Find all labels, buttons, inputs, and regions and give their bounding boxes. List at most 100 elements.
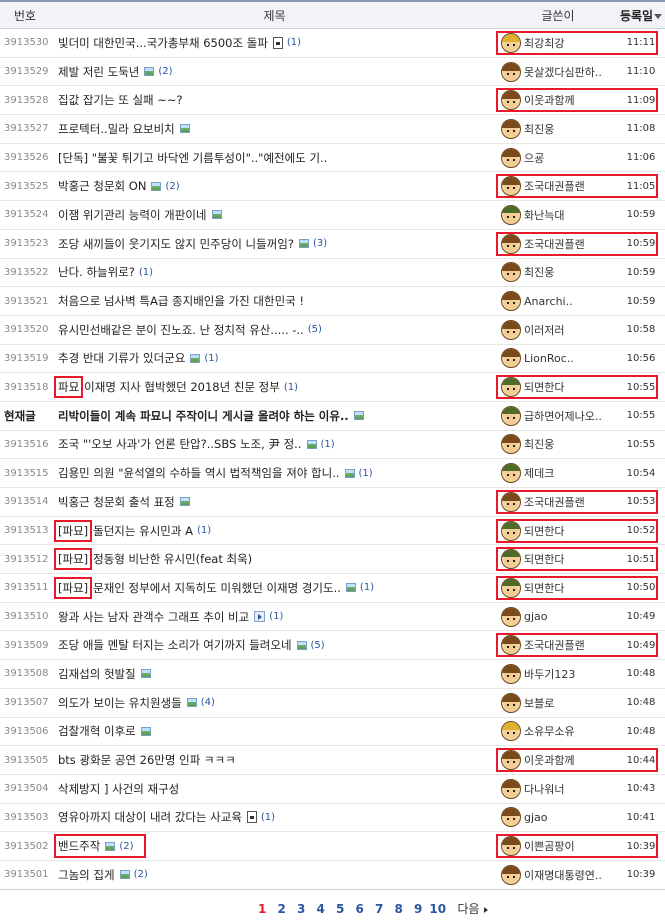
post-title-cell[interactable]: 프로텍터..밀라 요보비치 xyxy=(54,121,499,137)
post-title-cell[interactable]: [단독] "불꽃 튀기고 바닥엔 기름투성이".."예전에도 기.. xyxy=(54,150,499,166)
post-title-cell[interactable]: 빛더미 대한민국...국가총부채 6500조 돌파 (1) xyxy=(54,35,499,51)
comment-count[interactable]: (4) xyxy=(201,697,215,708)
post-author[interactable]: 최진웅 xyxy=(499,262,617,283)
post-title-cell[interactable]: 밴드주작 (2) xyxy=(54,834,499,859)
post-title-link[interactable]: 정동형 비난한 유시민(feat 최욱) xyxy=(93,551,252,567)
post-title-cell[interactable]: 왕과 사는 남자 관객수 그래프 추이 비교 (1) xyxy=(54,609,499,625)
post-title-link[interactable]: [단독] "불꽃 튀기고 바닥엔 기름투성이".."예전에도 기.. xyxy=(58,150,327,166)
post-title-cell[interactable]: [파묘] 문재인 정부에서 지독히도 미워했던 이재명 경기도.. (1) xyxy=(54,576,499,599)
post-title-link[interactable]: 이잼 위기관리 능력이 개판이네 xyxy=(58,207,207,223)
post-title-cell[interactable]: 삭제방지 ] 사건의 재구성 xyxy=(54,781,499,797)
comment-count[interactable]: (1) xyxy=(284,382,298,393)
author-name[interactable]: 으굥 xyxy=(524,150,544,166)
post-title-cell[interactable]: 의도가 보이는 유치원생들 (4) xyxy=(54,695,499,711)
post-title-cell[interactable]: 김재섭의 헛발질 xyxy=(54,666,499,682)
post-author[interactable]: 되면한다 xyxy=(499,377,617,398)
comment-count[interactable]: (1) xyxy=(321,439,335,450)
post-title-link[interactable]: 박홍근 청문회 ON xyxy=(58,178,146,194)
comment-count[interactable]: (1) xyxy=(139,267,153,278)
page-link-9[interactable]: 9 xyxy=(408,902,428,916)
page-link-6[interactable]: 6 xyxy=(350,902,370,916)
author-name[interactable]: 보블로 xyxy=(524,695,554,711)
author-name[interactable]: 이웃과함께 xyxy=(524,752,575,768)
page-link-4[interactable]: 4 xyxy=(311,902,331,916)
post-title-link[interactable]: 빅홍근 청문회 출석 표정 xyxy=(58,494,175,510)
post-title-cell[interactable]: 집값 잡기는 또 실패 ~~? xyxy=(54,92,499,108)
post-author[interactable]: 제데크 xyxy=(499,463,617,484)
comment-count[interactable]: (1) xyxy=(204,353,218,364)
post-title-link[interactable]: 김재섭의 헛발질 xyxy=(58,666,136,682)
post-title-link[interactable]: 이재명 지사 협박했던 2018년 친문 정부 xyxy=(84,379,280,395)
author-name[interactable]: 되면한다 xyxy=(524,379,564,395)
post-author[interactable]: 최진웅 xyxy=(499,118,617,139)
post-title-link[interactable]: 문재인 정부에서 지독히도 미워했던 이재명 경기도.. xyxy=(93,580,341,596)
post-author[interactable]: 최진웅 xyxy=(499,434,617,455)
post-title-link[interactable]: 의도가 보이는 유치원생들 xyxy=(58,695,182,711)
post-title-link[interactable]: 김용민 의원 "윤석열의 수하들 역시 법적책임을 져야 합니.. xyxy=(58,465,340,481)
author-name[interactable]: gjao xyxy=(524,811,548,824)
post-title-link[interactable]: 추경 반대 기류가 있더군요 xyxy=(58,350,185,366)
comment-count[interactable]: (1) xyxy=(269,611,283,622)
post-title-link[interactable]: 왕과 사는 남자 관객수 그래프 추이 비교 xyxy=(58,609,249,625)
comment-count[interactable]: (2) xyxy=(134,869,148,880)
author-name[interactable]: 다나워너 xyxy=(524,781,564,797)
author-name[interactable]: 최진웅 xyxy=(524,264,554,280)
post-author[interactable]: 조국대권플랜 xyxy=(499,176,617,197)
post-author[interactable]: 조국대권플랜 xyxy=(499,635,617,656)
post-title-link[interactable]: 조국 "'오보 사과'가 언론 탄압?..SBS 노조, 尹 정.. xyxy=(58,436,302,452)
author-name[interactable]: 되면한다 xyxy=(524,523,564,539)
page-link-8[interactable]: 8 xyxy=(389,902,409,916)
post-title-cell[interactable]: 조당 애들 멘탈 터지는 소리가 여기까지 들려오네 (5) xyxy=(54,637,499,653)
post-title-link[interactable]: 난다. 하늘위로? xyxy=(58,264,135,280)
comment-count[interactable]: (1) xyxy=(360,582,374,593)
post-author[interactable]: 이재명대통령연.. xyxy=(499,864,617,885)
post-author[interactable]: 으굥 xyxy=(499,147,617,168)
author-name[interactable]: Anarchi.. xyxy=(524,295,573,308)
post-title-link[interactable]: 처음으로 넘사벽 특A급 종지배인을 가진 대한민국 ! xyxy=(58,293,304,309)
comment-count[interactable]: (2) xyxy=(165,181,179,192)
post-title-link[interactable]: 돌던지는 유시민과 A xyxy=(93,523,193,539)
post-title-cell[interactable]: 이잼 위기관리 능력이 개판이네 xyxy=(54,207,499,223)
post-title-link[interactable]: bts 광화문 공연 26만명 인파 ㅋㅋㅋ xyxy=(58,752,236,768)
post-author[interactable]: 보블로 xyxy=(499,692,617,713)
post-title-link[interactable]: 삭제방지 ] 사건의 재구성 xyxy=(58,781,179,797)
comment-count[interactable]: (1) xyxy=(261,812,275,823)
page-link-3[interactable]: 3 xyxy=(291,902,311,916)
page-link-1[interactable]: 1 xyxy=(252,902,272,916)
author-name[interactable]: 조국대권플랜 xyxy=(524,178,585,194)
post-title-cell[interactable]: 김용민 의원 "윤석열의 수하들 역시 법적책임을 져야 합니.. (1) xyxy=(54,465,499,481)
post-author[interactable]: 급하면어제나오.. xyxy=(499,405,617,426)
author-name[interactable]: 못살겠다심판하.. xyxy=(524,64,602,80)
comment-count[interactable]: (5) xyxy=(308,324,322,335)
post-title-link[interactable]: 제발 저린 도둑년 xyxy=(58,64,139,80)
author-name[interactable]: 조국대권플랜 xyxy=(524,494,585,510)
author-name[interactable]: 바두기123 xyxy=(524,666,575,682)
post-author[interactable]: 최강최강 xyxy=(499,32,617,53)
post-author[interactable]: Anarchi.. xyxy=(499,291,617,312)
author-name[interactable]: 최진웅 xyxy=(524,121,554,137)
author-name[interactable]: gjao xyxy=(524,610,548,623)
page-link-2[interactable]: 2 xyxy=(272,902,292,916)
post-title-cell[interactable]: 조당 새끼들이 웃기지도 않지 민주당이 니들꺼임? (3) xyxy=(54,236,499,252)
post-title-link[interactable]: 유시민선배같은 분이 진노죠. 난 정치적 유산..... -.. xyxy=(58,322,304,338)
author-name[interactable]: 되면한다 xyxy=(524,551,564,567)
post-author[interactable]: 되면한다 xyxy=(499,520,617,541)
post-title-cell[interactable]: 검찰개혁 이후로 xyxy=(54,723,499,739)
comment-count[interactable]: (1) xyxy=(359,468,373,479)
comment-count[interactable]: (3) xyxy=(313,238,327,249)
page-link-5[interactable]: 5 xyxy=(330,902,350,916)
header-date-sort[interactable]: 등록일 xyxy=(617,7,665,24)
author-name[interactable]: 조국대권플랜 xyxy=(524,637,585,653)
post-title-cell[interactable]: 박홍근 청문회 ON (2) xyxy=(54,178,499,194)
author-name[interactable]: 제데크 xyxy=(524,465,554,481)
author-name[interactable]: 급하면어제나오.. xyxy=(524,408,602,424)
post-author[interactable]: 다나워너 xyxy=(499,778,617,799)
comment-count[interactable]: (1) xyxy=(197,525,211,536)
post-title-cell[interactable]: 빅홍근 청문회 출석 표정 xyxy=(54,494,499,510)
post-title-cell[interactable]: 제발 저린 도둑년 (2) xyxy=(54,64,499,80)
comment-count[interactable]: (5) xyxy=(311,640,325,651)
post-title-cell[interactable]: 파묘 이재명 지사 협박했던 2018년 친문 정부 (1) xyxy=(54,376,499,399)
post-title-cell[interactable]: [파묘] 정동형 비난한 유시민(feat 최욱) xyxy=(54,548,499,571)
post-author[interactable]: 바두기123 xyxy=(499,663,617,684)
post-author[interactable]: 조국대권플랜 xyxy=(499,491,617,512)
